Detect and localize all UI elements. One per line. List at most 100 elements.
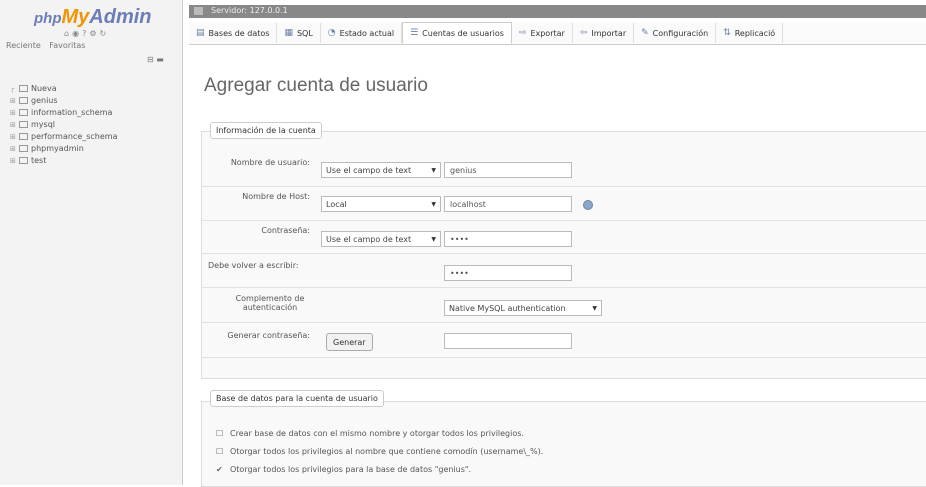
- generate-password-button[interactable]: Generar: [326, 333, 373, 351]
- generated-password-field[interactable]: [444, 333, 572, 349]
- dropdown-arrow-icon: ▼: [431, 235, 436, 243]
- tab-import[interactable]: ⇦ Importar: [573, 23, 635, 43]
- tab-status[interactable]: ◔ Estado actual: [321, 23, 403, 43]
- status-icon: ◔: [327, 28, 336, 38]
- authentication-plugin-label: Complemento de autenticación: [235, 294, 305, 312]
- help-globe-icon[interactable]: [583, 200, 593, 210]
- host-input[interactable]: localhost: [444, 196, 572, 212]
- select-value: Use el campo de text: [326, 165, 412, 175]
- tree-item[interactable]: ⊞ genius: [10, 95, 118, 107]
- authentication-plugin-select[interactable]: Native MySQL authentication ▼: [444, 300, 602, 316]
- host-label: Nombre de Host:: [242, 192, 310, 201]
- row-divider: [201, 220, 926, 221]
- tab-user-accounts[interactable]: ☰ Cuentas de usuarios: [402, 22, 512, 44]
- import-icon: ⇦: [579, 28, 588, 38]
- recent-tab[interactable]: Reciente: [6, 41, 41, 50]
- tree-item[interactable]: ⊞ mysql: [10, 119, 118, 131]
- logout-icon[interactable]: ◉: [72, 29, 79, 39]
- tree-item-label: genius: [31, 96, 58, 105]
- option-label: Otorgar todos los privilegios para la ba…: [230, 465, 472, 474]
- tab-label: Exportar: [530, 28, 565, 38]
- top-menu-tabs: ▤ Bases de datos ▦ SQL ◔ Estado actual ☰ Cue…: [189, 22, 926, 45]
- tab-sql[interactable]: ▦ SQL: [277, 23, 321, 43]
- database-icon: [19, 157, 28, 164]
- server-icon: [194, 7, 203, 15]
- tab-label: Cuentas de usuarios: [422, 28, 504, 38]
- tab-label: Replicació: [734, 28, 776, 38]
- tab-replication[interactable]: ⇅ Replicació: [716, 23, 784, 43]
- tree-item-label: mysql: [31, 120, 55, 129]
- tree-item[interactable]: ┌ Nueva: [10, 83, 118, 95]
- checkbox-checked-icon[interactable]: ✔: [216, 465, 224, 474]
- server-breadcrumb: Servidor: 127.0.0.1: [189, 5, 926, 18]
- tree-item[interactable]: ⊞ test: [10, 155, 118, 167]
- grant-wildcard-option[interactable]: ☐ Otorgar todos los privilegios al nombre…: [216, 447, 543, 456]
- tree-item-label: performance_schema: [31, 132, 118, 141]
- checkbox-unchecked-icon[interactable]: ☐: [216, 447, 224, 456]
- create-database-option[interactable]: ☐ Crear base de datos con el mismo nombre…: [216, 429, 524, 438]
- expand-icon[interactable]: ⊞: [10, 95, 19, 107]
- tree-line-icon: ┌: [10, 85, 15, 93]
- password-label: Contraseña:: [261, 226, 310, 235]
- tab-settings[interactable]: ✎ Configuración: [634, 23, 717, 43]
- select-value: Native MySQL authentication: [449, 303, 566, 313]
- database-icon: [19, 133, 28, 140]
- password-input[interactable]: ••••: [444, 231, 572, 247]
- tab-export[interactable]: ⇨ Exportar: [512, 23, 573, 43]
- tab-databases[interactable]: ▤ Bases de datos: [189, 23, 278, 43]
- database-icon: ▤: [196, 28, 205, 38]
- expand-icon[interactable]: ⊞: [10, 107, 19, 119]
- select-value: Local: [326, 199, 347, 209]
- database-tree: ┌ Nueva ⊞ genius ⊞ information_schema ⊞ mysq…: [10, 83, 118, 167]
- page-title: Agregar cuenta de usuario: [204, 75, 428, 96]
- docs-icon[interactable]: ?: [82, 29, 86, 39]
- database-icon: [19, 97, 28, 104]
- logo-php: php: [34, 10, 62, 27]
- tab-label: Estado actual: [339, 28, 395, 38]
- collapse-all-icon[interactable]: ⊟ ▬: [147, 55, 164, 64]
- nav-icon-bar: ⌂ ◉ ? ⚙ ↻: [64, 29, 106, 39]
- username-type-select[interactable]: Use el campo de text ▼: [321, 162, 441, 178]
- tree-item[interactable]: ⊞ information_schema: [10, 107, 118, 119]
- export-icon: ⇨: [518, 28, 527, 38]
- row-divider: [201, 253, 926, 254]
- database-legend: Base de datos para la cuenta de usuario: [210, 390, 384, 407]
- password-type-select[interactable]: Use el campo de text ▼: [321, 231, 441, 247]
- username-input[interactable]: genius: [444, 162, 572, 178]
- tree-item[interactable]: ⊞ phpmyadmin: [10, 143, 118, 155]
- recent-favorites-tabs: Reciente Favoritas: [6, 41, 91, 50]
- expand-icon[interactable]: ⊞: [10, 143, 19, 155]
- expand-icon[interactable]: ⊞: [10, 119, 19, 131]
- server-label[interactable]: Servidor: 127.0.0.1: [211, 6, 288, 15]
- tab-label: Configuración: [652, 28, 709, 38]
- tree-item-label: phpmyadmin: [31, 144, 84, 153]
- phpmyadmin-logo[interactable]: phpMyAdmin: [34, 6, 152, 29]
- row-divider: [201, 322, 926, 323]
- reload-icon[interactable]: ↻: [99, 29, 106, 39]
- option-label: Otorgar todos los privilegios al nombre …: [230, 447, 544, 456]
- sql-icon: ▦: [284, 28, 293, 38]
- favorites-tab[interactable]: Favoritas: [49, 41, 85, 50]
- dropdown-arrow-icon: ▼: [431, 200, 436, 208]
- new-icon: [19, 85, 28, 92]
- wrench-icon: ✎: [641, 28, 649, 38]
- home-icon[interactable]: ⌂: [64, 29, 69, 39]
- database-icon: [19, 121, 28, 128]
- retype-label: Debe volver a escribir:: [208, 261, 299, 270]
- tree-item-label: test: [31, 156, 47, 165]
- host-type-select[interactable]: Local ▼: [321, 196, 441, 212]
- tree-item[interactable]: ⊞ performance_schema: [10, 131, 118, 143]
- username-label: Nombre de usuario:: [230, 158, 310, 167]
- grant-database-option[interactable]: ✔ Otorgar todos los privilegios para la b…: [216, 465, 471, 474]
- generate-password-label: Generar contraseña:: [227, 331, 310, 340]
- expand-icon[interactable]: ⊞: [10, 155, 19, 167]
- navigation-panel: phpMyAdmin ⌂ ◉ ? ⚙ ↻ Reciente Favoritas …: [0, 0, 183, 485]
- checkbox-unchecked-icon[interactable]: ☐: [216, 429, 224, 438]
- row-divider: [201, 186, 926, 187]
- retype-password-input[interactable]: ••••: [444, 265, 572, 281]
- option-label: Crear base de datos con el mismo nombre …: [230, 429, 524, 438]
- expand-icon[interactable]: ⊞: [10, 131, 19, 143]
- settings-icon[interactable]: ⚙: [89, 29, 96, 39]
- row-divider: [201, 287, 926, 288]
- database-fieldset: [201, 401, 926, 487]
